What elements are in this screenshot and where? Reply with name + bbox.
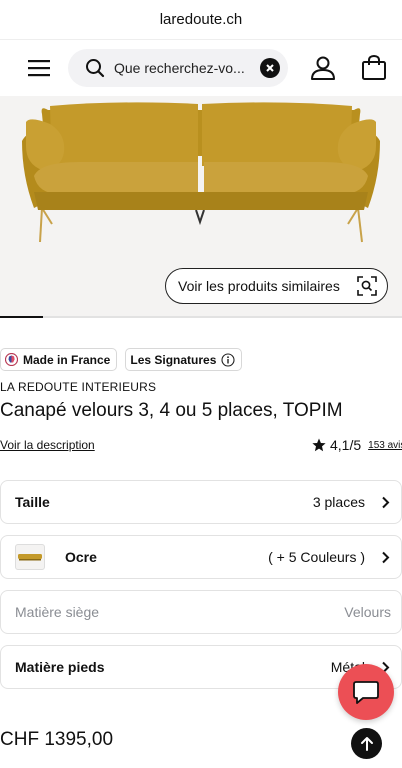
gallery-progress-active <box>0 316 43 318</box>
clear-search-button[interactable] <box>260 58 280 78</box>
user-icon <box>311 56 335 80</box>
color-swatch <box>15 544 45 570</box>
scroll-to-top-button[interactable] <box>351 728 382 759</box>
chat-button[interactable] <box>338 664 394 720</box>
product-price: CHF 1395,00 <box>0 729 114 750</box>
gallery-progress <box>0 316 402 318</box>
chevron-right-icon <box>379 550 391 564</box>
seat-material-selector: Matière siège Velours <box>0 590 402 634</box>
sofa-thumbnail <box>18 554 42 561</box>
product-image-gallery[interactable]: Voir les produits similaires <box>0 96 402 318</box>
feet-material-label: Matière pieds <box>15 659 105 675</box>
arrow-up-icon <box>360 736 373 751</box>
view-description-link[interactable]: Voir la description <box>0 438 95 452</box>
product-rating[interactable]: 4,1/5 153 avis <box>312 437 402 453</box>
badge-label: Made in France <box>23 352 111 367</box>
badge-les-signatures[interactable]: Les Signatures <box>125 348 243 371</box>
size-label: Taille <box>15 494 50 510</box>
reviews-link[interactable]: 153 avis <box>368 440 402 451</box>
color-selector[interactable]: Ocre ( + 5 Couleurs ) <box>0 535 402 579</box>
rating-value: 4,1/5 <box>330 437 362 453</box>
info-icon <box>221 352 235 367</box>
product-badges: Made in France Les Signatures <box>0 348 243 371</box>
color-count: ( + 5 Couleurs ) <box>268 549 365 565</box>
size-selector[interactable]: Taille 3 places <box>0 480 402 524</box>
similar-products-button[interactable]: Voir les produits similaires <box>165 268 388 304</box>
shopping-bag-icon <box>362 55 386 80</box>
url-text: laredoute.ch <box>159 11 243 28</box>
search-icon <box>84 57 106 79</box>
close-icon <box>266 64 274 72</box>
visual-search-icon <box>357 276 377 296</box>
cart-button[interactable] <box>358 52 390 84</box>
site-header: Que recherchez-vo... <box>0 40 402 96</box>
seat-material-value: Velours <box>344 604 391 620</box>
menu-button[interactable] <box>18 47 60 89</box>
chevron-right-icon <box>379 495 391 509</box>
chat-bubble-icon <box>353 681 379 704</box>
france-pin-icon <box>5 353 18 366</box>
seat-material-label: Matière siège <box>15 604 100 620</box>
similar-products-label: Voir les produits similaires <box>178 278 340 294</box>
account-button[interactable] <box>307 52 339 84</box>
hamburger-icon <box>28 60 50 77</box>
product-brand[interactable]: LA REDOUTE INTERIEURS <box>0 380 156 394</box>
browser-url-bar[interactable]: laredoute.ch <box>0 0 402 40</box>
search-bar[interactable]: Que recherchez-vo... <box>68 49 288 87</box>
star-icon <box>312 438 326 452</box>
color-label: Ocre <box>65 549 97 565</box>
size-value: 3 places <box>312 494 365 510</box>
badge-made-in-france: Made in France <box>0 348 118 371</box>
badge-label: Les Signatures <box>130 352 217 367</box>
search-input[interactable]: Que recherchez-vo... <box>114 60 260 76</box>
product-title: Canapé velours 3, 4 ou 5 places, TOPIM <box>0 400 343 421</box>
